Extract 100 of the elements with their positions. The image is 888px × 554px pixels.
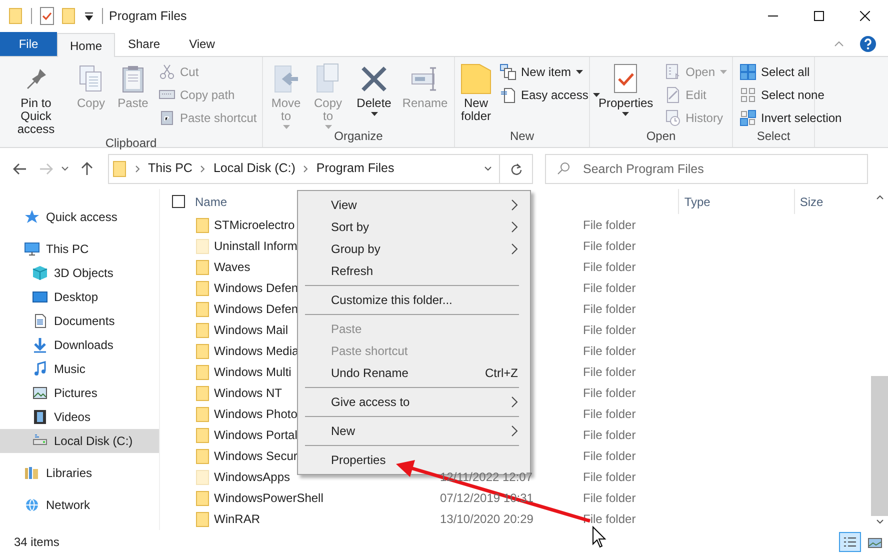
chevron-right-icon — [303, 164, 308, 172]
folder-icon — [9, 7, 23, 25]
sidebar-item[interactable]: Music — [0, 357, 159, 381]
sidebar-item[interactable]: This PC — [0, 237, 159, 261]
sidebar-item[interactable]: Network — [0, 493, 159, 517]
new-item-icon — [500, 64, 516, 80]
file-type: File folder — [583, 364, 636, 380]
group-label: Select — [756, 129, 792, 145]
item-count: 34 items — [14, 534, 60, 551]
sidebar-item[interactable]: Quick access — [0, 205, 159, 229]
up-button[interactable] — [81, 162, 93, 176]
file-type: File folder — [583, 258, 636, 276]
sidebar-item[interactable]: Pictures — [0, 381, 159, 405]
film-icon — [32, 409, 48, 425]
file-type: File folder — [583, 468, 636, 486]
ribbon-button[interactable]: Select all — [738, 61, 844, 83]
menu-item[interactable]: Undo Rename Ctrl+Z — [298, 362, 530, 384]
sidebar-item[interactable]: Videos — [0, 405, 159, 429]
folder-icon — [113, 160, 127, 178]
breadcrumb[interactable]: Program Files — [316, 159, 394, 178]
date-modified: 12/11/2022 12:07 — [440, 468, 534, 486]
menu-item[interactable]: New — [298, 420, 530, 442]
scissors-icon — [159, 64, 175, 80]
date-modified: 13/10/2020 20:29 — [440, 510, 534, 528]
menu-item[interactable]: Properties — [298, 449, 530, 471]
sidebar-item[interactable]: Documents — [0, 309, 159, 333]
ribbon-tab[interactable]: Share — [115, 32, 173, 56]
file-type: File folder — [583, 406, 636, 422]
group-label: Open — [645, 129, 677, 145]
breadcrumb[interactable]: Local Disk (C:) — [213, 159, 296, 178]
back-arrow-icon — [13, 162, 27, 174]
window-title: Program Files — [109, 8, 187, 25]
menu-item[interactable]: Refresh — [298, 260, 530, 282]
sidebar-item[interactable]: Desktop — [0, 285, 159, 309]
scrollbar-thumb[interactable] — [871, 376, 888, 516]
details-view-icon — [841, 535, 859, 549]
file-name[interactable]: WinRAR — [214, 510, 440, 528]
libraries-icon — [24, 465, 40, 481]
menu-item[interactable]: Customize this folder... — [298, 289, 530, 311]
column-header[interactable]: Size — [794, 189, 871, 214]
menu-item[interactable]: Give access to — [298, 391, 530, 413]
dropdown-icon — [84, 11, 94, 21]
column-header[interactable]: Type — [678, 189, 794, 214]
file-type: File folder — [583, 426, 636, 444]
refresh-button[interactable] — [500, 154, 533, 184]
sidebar-item[interactable]: 3D Objects — [0, 261, 159, 285]
file-type: File folder — [583, 322, 636, 338]
group-label: New — [508, 129, 535, 145]
caret-icon — [576, 70, 584, 74]
monitor-icon — [24, 241, 40, 257]
close-icon — [860, 11, 870, 21]
cube-icon — [32, 265, 48, 281]
select-all-icon — [740, 64, 756, 80]
select-all-checkbox[interactable] — [172, 195, 185, 208]
sidebar-item[interactable]: Downloads — [0, 333, 159, 357]
ribbon-tab[interactable]: Home — [57, 33, 115, 57]
scroll-down-icon — [876, 519, 884, 524]
folder-icon — [460, 63, 492, 95]
address-field[interactable]: This PC Local Disk (C:) Program Files — [108, 154, 500, 184]
ribbon-button[interactable]: Select none — [738, 84, 844, 106]
open-icon — [664, 64, 681, 80]
caret-icon — [720, 70, 727, 74]
mouse-pointer-icon — [592, 526, 606, 548]
breadcrumb[interactable]: This PC — [148, 159, 192, 178]
ribbon-button[interactable]: Delete — [350, 61, 398, 116]
chevron-down-icon — [61, 166, 69, 171]
sidebar-item[interactable]: Local Disk (C:) — [0, 429, 159, 453]
file-type: File folder — [583, 238, 636, 254]
chevron-right-icon — [200, 164, 206, 172]
group-label: Clipboard — [104, 136, 158, 150]
file-type: File folder — [583, 300, 636, 318]
refresh-icon — [510, 162, 522, 174]
view-toggle-button[interactable] — [839, 532, 861, 552]
chevron-down-icon — [484, 166, 492, 171]
ribbon-tab[interactable]: View — [173, 32, 231, 56]
ribbon-button[interactable]: Pin to Quick access — [3, 61, 69, 136]
file-type: File folder — [583, 490, 636, 506]
caret-icon — [593, 93, 600, 97]
group-label: Organize — [333, 129, 384, 145]
menu-item[interactable]: Sort by — [298, 216, 530, 238]
back-button[interactable] — [13, 162, 27, 174]
document-icon — [32, 313, 48, 329]
recent-locations-button[interactable] — [61, 166, 69, 171]
properties-icon — [40, 7, 54, 25]
ribbon-button[interactable]: Invert selection — [738, 107, 844, 129]
invert-selection-icon — [740, 110, 756, 126]
file-tab[interactable]: File — [0, 32, 57, 56]
file-name[interactable]: WindowsPowerShell — [214, 488, 440, 506]
search-field[interactable]: Search Program Files — [545, 154, 868, 184]
caret-icon — [282, 125, 290, 129]
menu-item[interactable]: View — [298, 194, 530, 216]
file-type: File folder — [583, 448, 636, 464]
ribbon-button[interactable]: New folder — [458, 61, 494, 123]
document-icon — [500, 87, 516, 103]
help-icon[interactable] — [860, 36, 876, 52]
menu-item[interactable]: Group by — [298, 238, 530, 260]
forward-arrow-icon — [39, 162, 53, 174]
search-icon — [557, 162, 570, 174]
large-icons-view-icon — [866, 535, 884, 549]
sidebar-item[interactable]: Libraries — [0, 461, 159, 485]
